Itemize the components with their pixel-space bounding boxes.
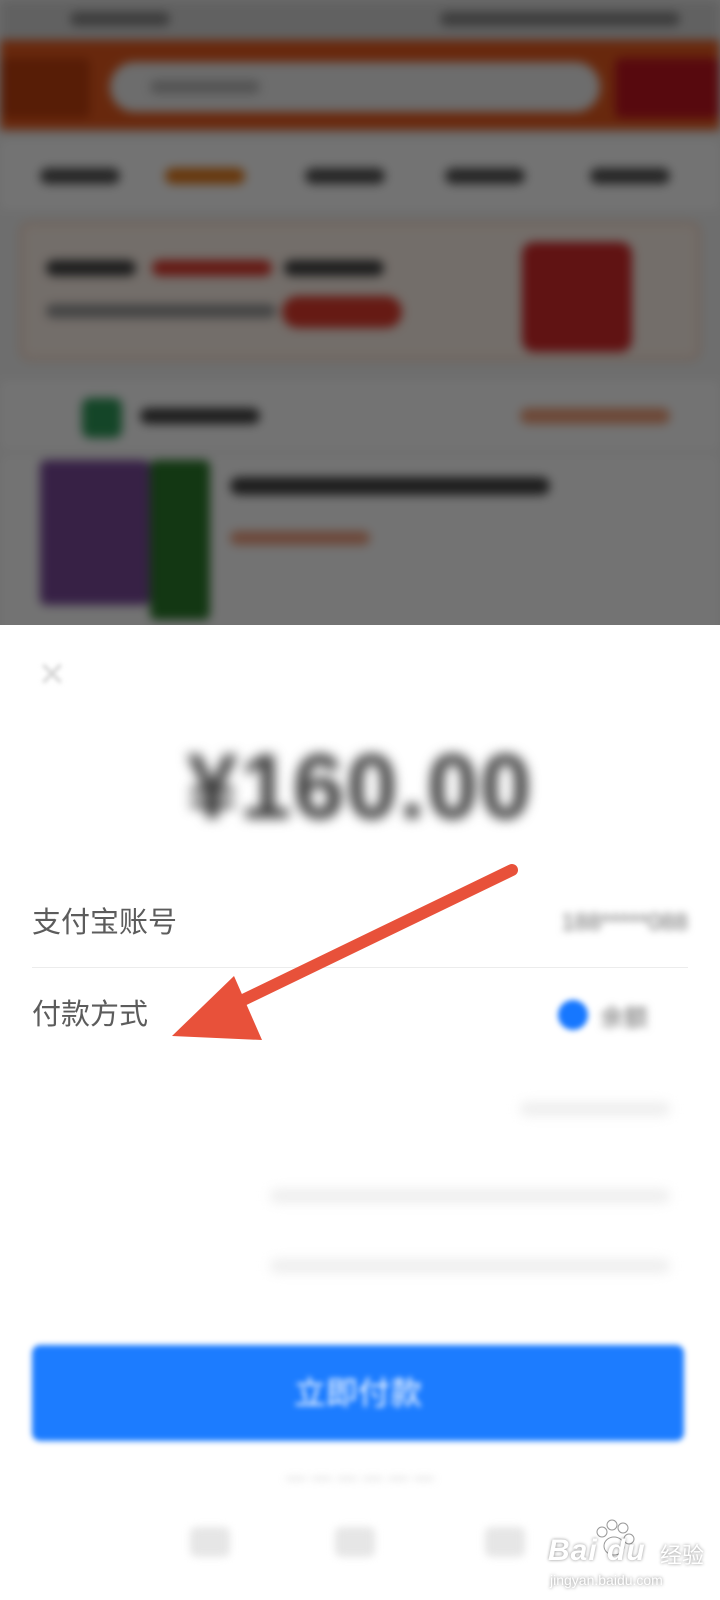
faint-detail [270, 1260, 670, 1272]
hint-text: — — — — — — [286, 1467, 434, 1489]
alipay-icon [558, 1000, 588, 1030]
faint-detail [520, 1103, 670, 1115]
baidu-jingyan-watermark: Bai du 经验 jingyan.baidu.com [548, 1518, 708, 1590]
payment-amount: ¥160.00 [186, 736, 534, 838]
nav-recent-icon[interactable] [485, 1527, 525, 1557]
alipay-account-label: 支付宝账号 [32, 907, 178, 939]
payment-method-label: 付款方式 [32, 999, 149, 1031]
payment-method-selector[interactable]: 余额 [558, 998, 648, 1032]
modal-overlay[interactable] [0, 0, 720, 650]
payment-sheet: ✕ ¥160.00 支付宝账号 188*****088 付款方式 余额 立即付款… [0, 625, 720, 1600]
payment-method-value: 余额 [600, 1004, 648, 1032]
background-shop-page [0, 0, 720, 650]
watermark-product: 经验 [660, 1543, 705, 1568]
payment-method-row[interactable]: 付款方式 余额 [32, 970, 688, 1060]
watermark-url: jingyan.baidu.com [550, 1572, 663, 1588]
watermark-brand: Bai du [548, 1534, 646, 1567]
alipay-account-value: 188*****088 [561, 909, 688, 936]
nav-home-icon[interactable] [335, 1527, 375, 1557]
close-icon[interactable]: ✕ [32, 655, 72, 695]
faint-detail [270, 1190, 670, 1202]
confirm-payment-button[interactable]: 立即付款 [32, 1345, 684, 1441]
alipay-account-row: 支付宝账号 188*****088 [32, 878, 688, 968]
nav-back-icon[interactable] [190, 1527, 230, 1557]
